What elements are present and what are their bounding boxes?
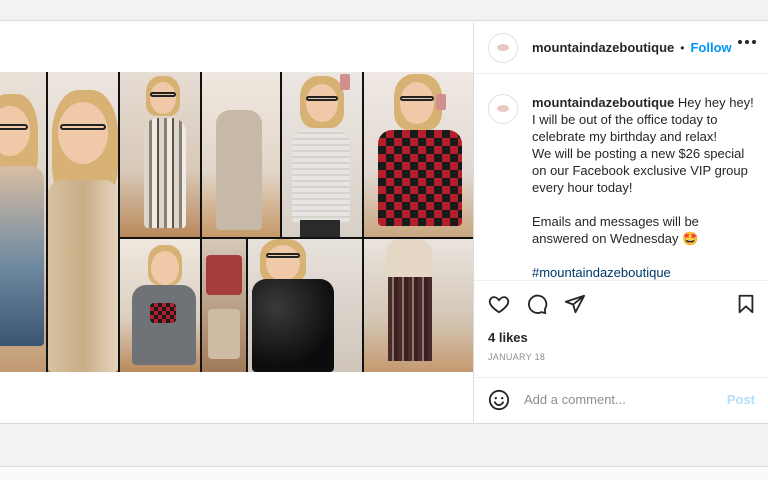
post-actions: 4 likes JANUARY 18 Add a comment... Post (474, 280, 768, 420)
top-strip (0, 0, 768, 21)
photo-tile (248, 239, 362, 372)
bottom-strip (0, 423, 768, 467)
share-icon[interactable] (564, 293, 586, 315)
post-date: JANUARY 18 (488, 352, 546, 362)
caption-line-2: We will be posting a new $26 special on … (532, 146, 748, 195)
header-separator: • (680, 40, 685, 55)
photo-tile (364, 72, 473, 237)
post-comment-button[interactable]: Post (727, 392, 755, 407)
caption-username[interactable]: mountaindazeboutique (532, 95, 674, 110)
photo-tile (48, 72, 118, 372)
likes-count[interactable]: 4 likes (488, 330, 528, 345)
photo-tile (282, 72, 362, 237)
comment-box: Add a comment... Post (474, 377, 768, 421)
profile-avatar[interactable] (488, 32, 518, 63)
comment-input[interactable]: Add a comment... (524, 392, 727, 407)
comment-icon[interactable] (526, 293, 548, 315)
photo-collage[interactable] (0, 72, 473, 372)
post-header: mountaindazeboutique • Follow (474, 22, 768, 74)
header-username[interactable]: mountaindazeboutique (532, 40, 674, 55)
follow-button[interactable]: Follow (690, 40, 731, 55)
bookmark-icon[interactable] (735, 293, 757, 315)
photo-tile (202, 239, 246, 372)
caption-avatar[interactable] (488, 94, 518, 124)
photo-tile (120, 72, 200, 237)
emoji-icon[interactable] (488, 389, 510, 411)
instagram-post: mountaindazeboutique • Follow mountainda… (0, 22, 768, 422)
photo-tile (202, 72, 280, 237)
caption-text: mountaindazeboutique Hey hey hey! I will… (532, 94, 755, 281)
photo-tile (0, 72, 46, 372)
caption-hashtag[interactable]: #mountaindazeboutique (532, 264, 755, 281)
post-caption: mountaindazeboutique Hey hey hey! I will… (474, 74, 768, 281)
photo-tile (364, 239, 473, 372)
caption-line-3: Emails and messages will be answered on … (532, 214, 699, 246)
photo-tile (120, 239, 200, 372)
post-sidebar: mountaindazeboutique • Follow mountainda… (473, 22, 768, 422)
more-options-icon[interactable] (738, 40, 756, 44)
post-media (0, 22, 473, 422)
heart-icon[interactable] (488, 293, 510, 315)
